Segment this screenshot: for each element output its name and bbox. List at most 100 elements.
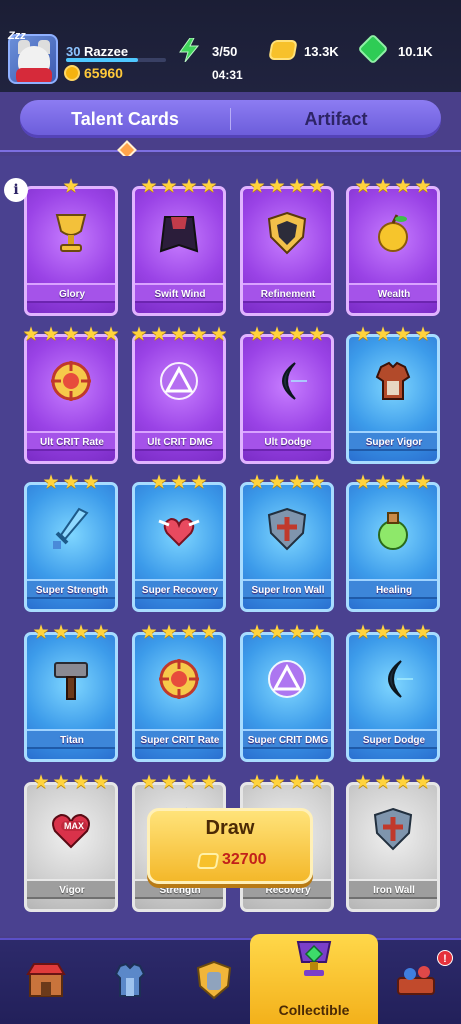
cape-icon [159, 216, 199, 253]
star-icon: ★ [394, 621, 412, 643]
draw-button[interactable]: Draw 32700 [147, 808, 313, 884]
bottom-nav: Collectible ! [0, 934, 461, 1024]
gold-icon [196, 853, 220, 869]
star-icon: ★ [150, 323, 168, 345]
talent-card[interactable]: Super Strength [24, 482, 118, 612]
energy-timer: 04:31 [212, 68, 243, 82]
star-icon: ★ [32, 621, 50, 643]
star-rating: ★ ★ ★ ★ [353, 622, 433, 642]
talent-card[interactable]: Super Vigor [346, 334, 440, 464]
triangle-target-icon [160, 362, 198, 400]
star-rating: ★ ★ ★ ★ [353, 176, 433, 196]
talent-card[interactable]: Super Recovery [132, 482, 226, 612]
star-icon: ★ [354, 175, 372, 197]
star-icon: ★ [268, 771, 286, 793]
talent-card-name: Ult Dodge [243, 431, 331, 451]
talent-card-name: Swift Wind [135, 283, 223, 303]
star-icon: ★ [268, 471, 286, 493]
talent-card[interactable]: Super CRIT DMG [240, 632, 334, 762]
player-name: Razzee [84, 44, 129, 59]
armor-icon [375, 361, 411, 400]
talent-card[interactable]: Super CRIT Rate [132, 632, 226, 762]
star-rating: ★ ★ ★ [41, 472, 101, 492]
triangle-target-icon [268, 660, 306, 698]
star-icon: ★ [190, 471, 208, 493]
talent-card-name: Vigor [27, 879, 115, 899]
star-icon: ★ [102, 323, 120, 345]
talent-card-name: Healing [349, 579, 437, 599]
star-rating: ★ ★ ★ ★ [139, 176, 219, 196]
talent-card[interactable]: Ult Dodge [240, 334, 334, 464]
nav-collectible[interactable]: Collectible [250, 934, 378, 1024]
star-icon: ★ [160, 621, 178, 643]
sleep-indicator: Zzz [8, 30, 26, 42]
talent-card-name: Super Recovery [135, 579, 223, 599]
star-rating: ★ ★ ★ ★ [353, 772, 433, 792]
star-icon: ★ [248, 323, 266, 345]
talent-card[interactable]: Ult CRIT DMG [132, 334, 226, 464]
top-status-bar: Zzz 30 Razzee 65960 3/50 04:31 13.3K 10.… [0, 0, 461, 92]
crescent-icon [282, 362, 307, 400]
gem-plus-icon[interactable] [357, 33, 389, 65]
nav-heroes[interactable] [168, 940, 260, 1024]
star-icon: ★ [200, 175, 218, 197]
star-rating: ★ ★ ★ ★ [353, 324, 433, 344]
talent-card[interactable]: MAX Vigor [24, 782, 118, 912]
star-icon: ★ [190, 323, 208, 345]
star-icon: ★ [308, 323, 326, 345]
gold-count: 13.3K [304, 44, 339, 59]
star-icon: ★ [42, 323, 60, 345]
potion-icon [378, 512, 408, 550]
golden-apple-icon [378, 214, 408, 252]
nav-battle[interactable]: ! [378, 940, 461, 1024]
talent-card[interactable]: Glory [24, 186, 118, 316]
star-icon: ★ [374, 471, 392, 493]
talent-card[interactable]: Healing [346, 482, 440, 612]
star-icon: ★ [288, 471, 306, 493]
star-rating: ★ ★ ★ ★ [353, 472, 433, 492]
star-rating: ★ ★ ★ ★ [139, 622, 219, 642]
talent-card[interactable]: Swift Wind [132, 186, 226, 316]
star-icon: ★ [394, 471, 412, 493]
talent-card[interactable]: Ult CRIT Rate [24, 334, 118, 464]
talent-card[interactable]: Wealth [346, 186, 440, 316]
star-icon: ★ [170, 323, 188, 345]
talent-card-name: Super Vigor [349, 431, 437, 451]
star-icon: ★ [394, 771, 412, 793]
energy-plus-icon[interactable] [178, 38, 200, 62]
draw-label: Draw [205, 817, 255, 839]
talent-card[interactable]: Iron Wall [346, 782, 440, 912]
info-icon[interactable]: i [4, 178, 28, 202]
star-icon: ★ [288, 771, 306, 793]
star-icon: ★ [140, 771, 158, 793]
gold-plus-icon[interactable] [268, 40, 298, 60]
talent-card-name: Super Dodge [349, 729, 437, 749]
star-icon: ★ [92, 621, 110, 643]
star-icon: ★ [72, 621, 90, 643]
star-icon: ★ [130, 323, 148, 345]
gem-count: 10.1K [398, 44, 433, 59]
star-icon: ★ [308, 621, 326, 643]
star-icon: ★ [248, 175, 266, 197]
coin-icon [64, 65, 80, 81]
talent-card[interactable]: Refinement [240, 186, 334, 316]
star-icon: ★ [248, 471, 266, 493]
star-icon: ★ [210, 323, 228, 345]
talent-card[interactable]: Super Iron Wall [240, 482, 334, 612]
nav-equipment[interactable] [84, 940, 176, 1024]
talent-card[interactable]: Titan [24, 632, 118, 762]
armor-icon [114, 962, 146, 997]
talent-card[interactable]: Super Dodge [346, 632, 440, 762]
nav-shop[interactable] [0, 940, 92, 1024]
tabs-divider [0, 150, 461, 152]
star-icon: ★ [268, 175, 286, 197]
tab-artifact[interactable]: Artifact [231, 100, 441, 138]
star-rating: ★ ★ ★ ★ [247, 176, 327, 196]
star-icon: ★ [394, 175, 412, 197]
talent-card-name: Titan [27, 729, 115, 749]
sword-icon [53, 507, 89, 549]
tab-talent-cards[interactable]: Talent Cards [20, 100, 230, 138]
card-tabs: Talent Cards Artifact [20, 100, 441, 138]
star-icon: ★ [72, 771, 90, 793]
shop-icon [26, 963, 66, 997]
